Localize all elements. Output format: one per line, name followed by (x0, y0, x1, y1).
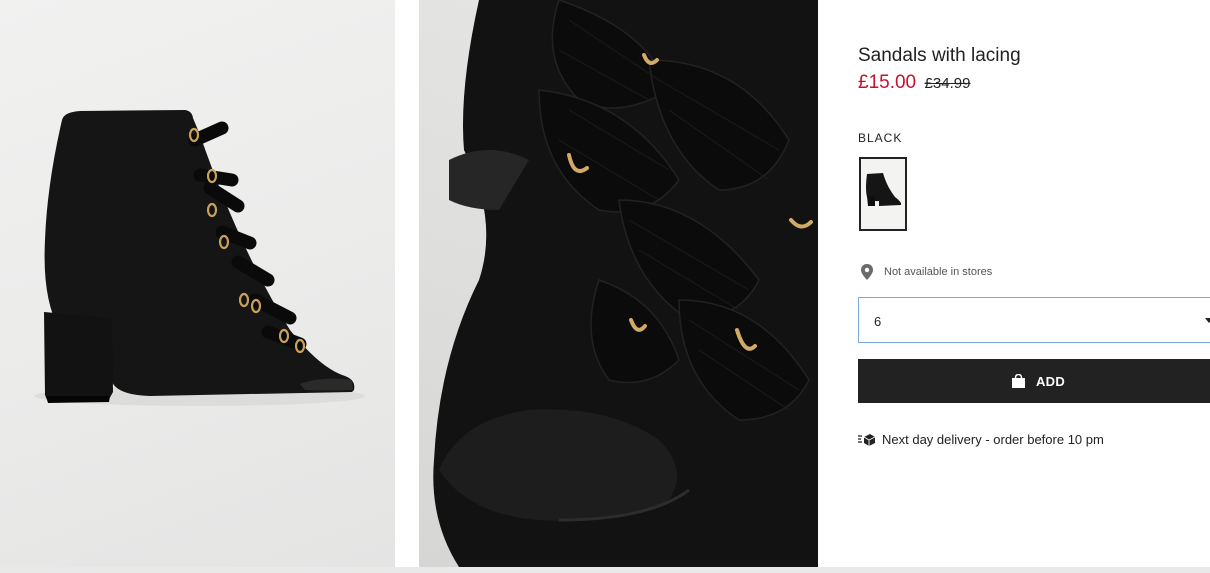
store-availability-text: Not available in stores (884, 266, 993, 278)
page-bottom-divider (0, 567, 1210, 573)
delivery-text: Next day delivery - order before 10 pm (882, 432, 1104, 447)
delivery-info: Next day delivery - order before 10 pm (858, 432, 1104, 447)
boot-thumbnail-icon (866, 173, 901, 206)
colour-label: BLACK (858, 131, 903, 145)
location-pin-icon (861, 264, 873, 280)
chevron-down-icon (1205, 318, 1210, 323)
original-price: £34.99 (924, 75, 971, 92)
size-select[interactable]: 6 (858, 297, 1210, 343)
shopping-bag-icon (1011, 374, 1025, 388)
size-select-value: 6 (874, 314, 882, 329)
boot-side-illustration (35, 110, 365, 406)
colour-swatch-black[interactable] (859, 157, 907, 231)
product-title: Sandals with lacing (858, 45, 1021, 66)
boot-closeup-illustration (433, 0, 818, 567)
product-image-side-view[interactable] (0, 0, 395, 567)
add-button-label: ADD (1035, 373, 1066, 389)
add-to-bag-button[interactable]: ADD (858, 359, 1210, 403)
price-row: £15.00 £34.99 (858, 72, 970, 94)
store-availability: Not available in stores (858, 264, 992, 280)
sale-price: £15.00 (858, 72, 917, 93)
product-details-panel: Sandals with lacing £15.00 £34.99 BLACK … (858, 0, 1210, 567)
delivery-truck-icon (858, 433, 876, 446)
product-image-close-up[interactable] (419, 0, 818, 567)
